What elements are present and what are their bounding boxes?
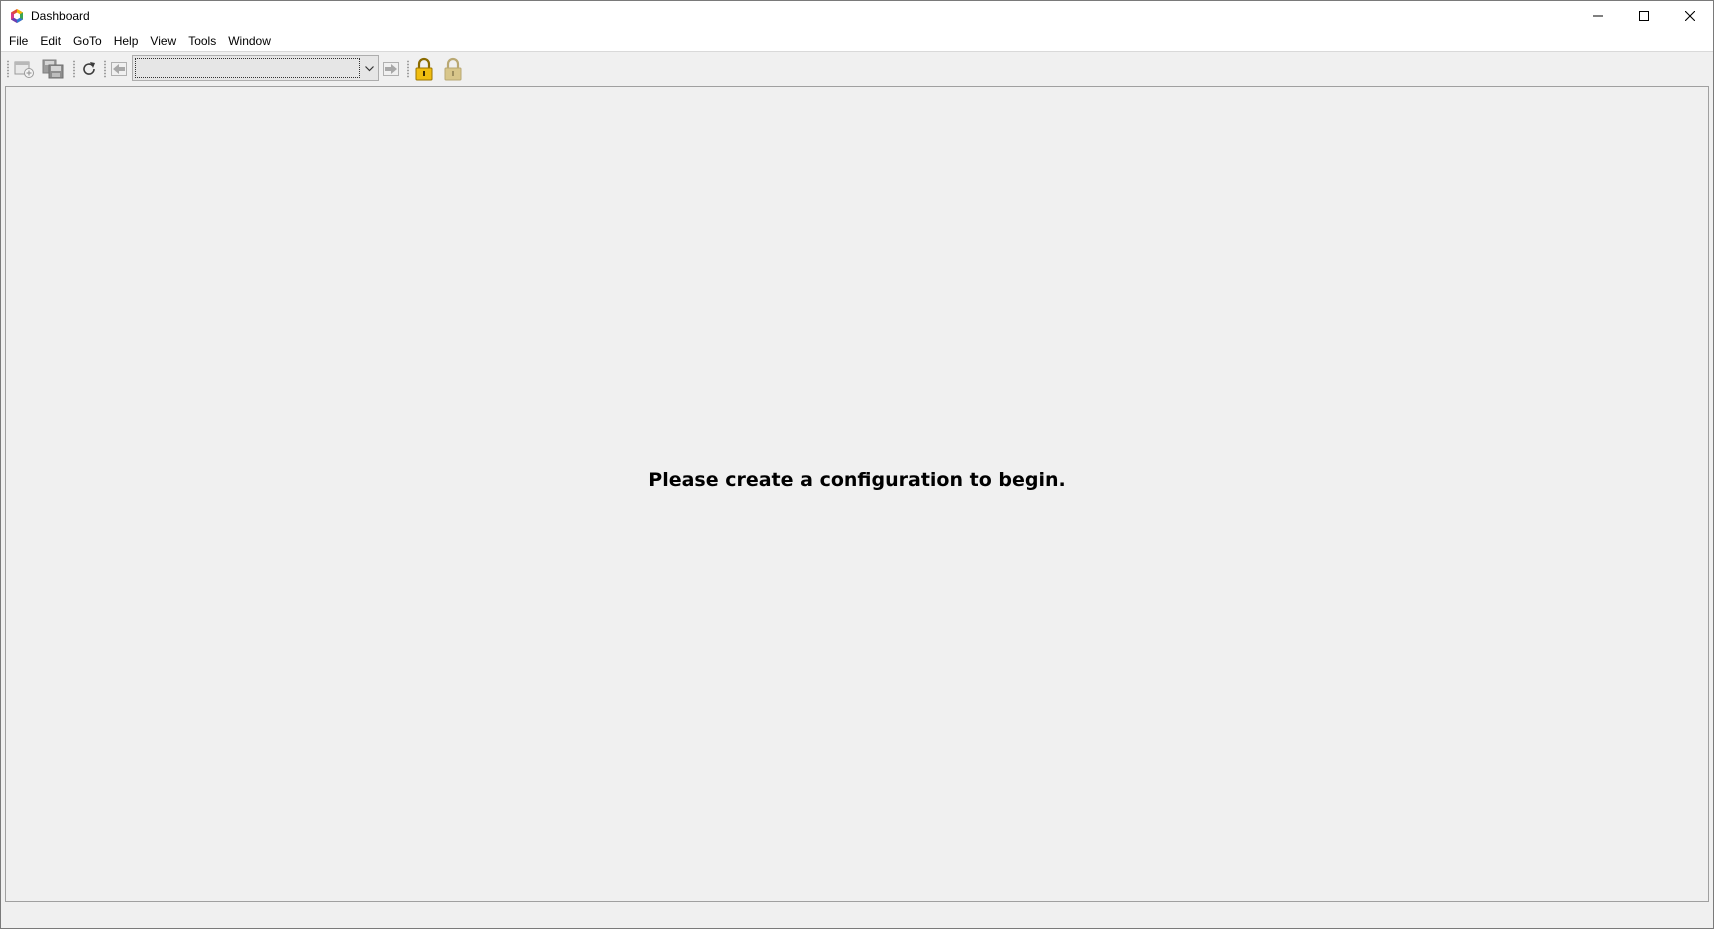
toolbar-separator bbox=[104, 60, 106, 78]
main-content-area: Please create a configuration to begin. bbox=[5, 86, 1709, 902]
status-bar bbox=[1, 904, 1713, 928]
toolbar-separator bbox=[73, 60, 75, 78]
save-button[interactable] bbox=[41, 57, 65, 81]
new-configuration-icon bbox=[13, 59, 35, 79]
unlock-icon bbox=[443, 57, 463, 81]
window-title: Dashboard bbox=[31, 9, 90, 23]
menu-bar: File Edit GoTo Help View Tools Window bbox=[1, 31, 1713, 51]
back-arrow-icon bbox=[110, 60, 128, 78]
lock-button[interactable] bbox=[412, 57, 436, 81]
forward-arrow-icon bbox=[382, 60, 400, 78]
refresh-icon bbox=[80, 60, 98, 78]
minimize-button[interactable] bbox=[1575, 1, 1621, 31]
application-window: Dashboard File Edit GoTo Help View Tools… bbox=[0, 0, 1714, 929]
configuration-select-field[interactable] bbox=[135, 58, 360, 78]
menu-file[interactable]: File bbox=[3, 31, 34, 51]
chevron-down-icon bbox=[364, 59, 374, 77]
menu-help[interactable]: Help bbox=[108, 31, 145, 51]
menu-window[interactable]: Window bbox=[222, 31, 277, 51]
forward-button[interactable] bbox=[379, 57, 403, 81]
maximize-button[interactable] bbox=[1621, 1, 1667, 31]
new-configuration-button[interactable] bbox=[12, 57, 36, 81]
lock-icon bbox=[414, 57, 434, 81]
empty-state-message: Please create a configuration to begin. bbox=[648, 469, 1066, 491]
title-bar[interactable]: Dashboard bbox=[1, 1, 1713, 31]
hexagon-logo-icon bbox=[9, 8, 25, 24]
toolbar bbox=[1, 51, 1713, 85]
menu-tools[interactable]: Tools bbox=[182, 31, 222, 51]
menu-goto[interactable]: GoTo bbox=[67, 31, 108, 51]
maximize-icon bbox=[1639, 11, 1649, 21]
close-button[interactable] bbox=[1667, 1, 1713, 31]
unlock-button[interactable] bbox=[441, 57, 465, 81]
menu-edit[interactable]: Edit bbox=[34, 31, 67, 51]
refresh-button[interactable] bbox=[77, 57, 101, 81]
configuration-select[interactable] bbox=[132, 55, 379, 81]
configuration-select-dropdown[interactable] bbox=[360, 56, 378, 80]
save-icon bbox=[42, 59, 64, 79]
toolbar-separator bbox=[407, 60, 409, 78]
toolbar-grip[interactable] bbox=[7, 60, 9, 78]
back-button[interactable] bbox=[107, 57, 131, 81]
menu-view[interactable]: View bbox=[144, 31, 182, 51]
close-icon bbox=[1685, 11, 1695, 21]
minimize-icon bbox=[1593, 11, 1603, 21]
